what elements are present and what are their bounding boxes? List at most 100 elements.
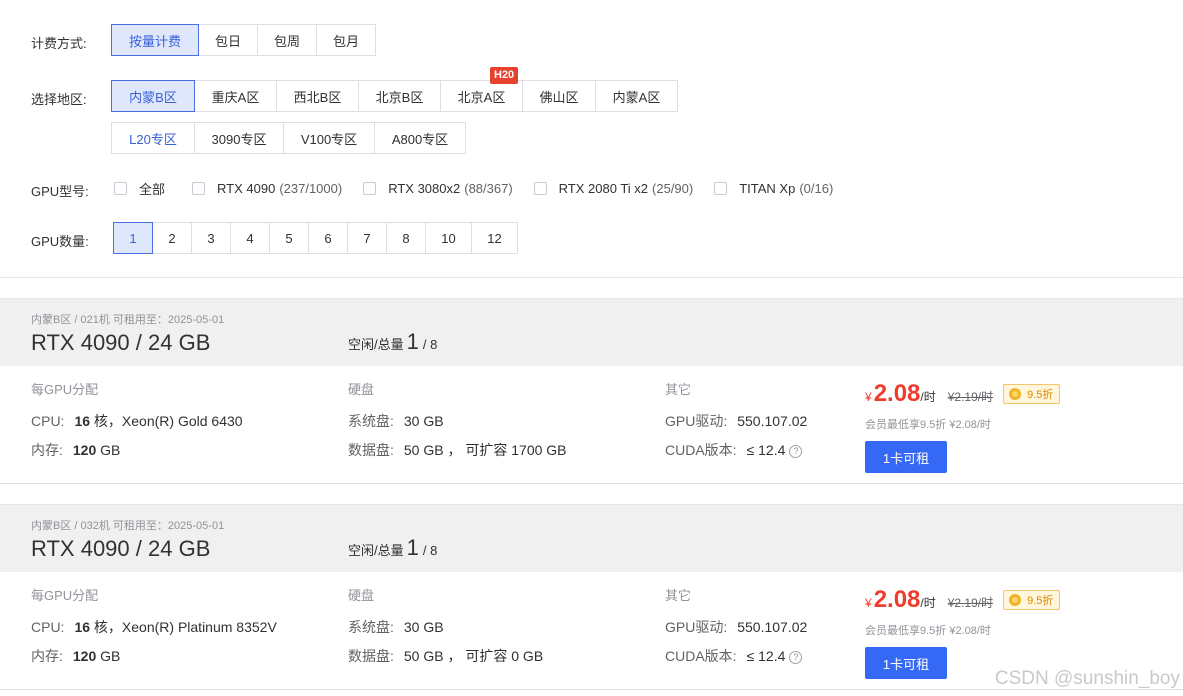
region-option-chongqing-a[interactable]: 重庆A区	[194, 80, 277, 112]
help-icon[interactable]: ?	[789, 445, 803, 458]
cpu-spec: CPU: 16 核，Xeon(R) Gold 6430	[31, 411, 243, 431]
gpu-model-count: (0/16)	[799, 181, 834, 196]
region-option-l20[interactable]: L20专区	[111, 122, 195, 154]
data-disk-spec: 数据盘: 50 GB ， 可扩容 1700 GB	[348, 440, 567, 460]
billing-option-daily[interactable]: 包日	[198, 24, 258, 56]
member-price-note: 会员最低享9.5折 ¥2.08/时	[865, 419, 991, 431]
region-option-foshan[interactable]: 佛山区	[522, 80, 596, 112]
system-disk-value: 30 GB	[403, 619, 444, 635]
price-display: ¥ 2.08 /时 ¥2.19/时 9.5折	[865, 586, 1061, 614]
disk-heading: 硬盘	[348, 382, 375, 397]
gpu-model-option-rtx2080ti[interactable]: RTX 2080 Ti x2 (25/90)	[533, 181, 693, 196]
machine-meta: 内蒙B区 / 032机 可租用至：2025-05-01	[31, 520, 225, 532]
price-unit: /时	[920, 390, 936, 404]
original-price: ¥2.19/时	[947, 596, 994, 610]
availability: 空闲/总量 1 / 8	[348, 535, 437, 561]
region-option-neimeng-a[interactable]: 内蒙A区	[595, 80, 678, 112]
checkbox[interactable]	[363, 182, 377, 195]
machine-card: 内蒙B区 / 032机 可租用至：2025-05-01 RTX 4090 / 2…	[0, 504, 1183, 690]
gpu-count-label: GPU数量:	[31, 234, 89, 249]
checkbox[interactable]	[714, 182, 728, 195]
cpu-model: 核，Xeon(R) Platinum 8352V	[93, 619, 277, 635]
memory-value: 120	[72, 442, 97, 458]
rent-button[interactable]: 1卡可租	[865, 647, 947, 679]
gpu-model-name: 全部	[139, 182, 166, 197]
gpu-count-option[interactable]: 5	[269, 222, 309, 254]
data-disk-value: 50 GB ， 可扩容 1700 GB	[403, 442, 567, 458]
memory-spec: 内存: 120 GB	[31, 646, 120, 666]
checkbox[interactable]	[114, 182, 127, 195]
gpu-driver-value: 550.107.02	[737, 619, 808, 635]
gpu-model-options: 全部 RTX 4090 (237/1000) RTX 3080x2 (88/36…	[114, 179, 854, 198]
data-disk-value: 50 GB ， 可扩容 0 GB	[403, 648, 544, 664]
gpu-model-option-rtx3080x2[interactable]: RTX 3080x2 (88/367)	[363, 181, 513, 196]
member-price-note: 会员最低享9.5折 ¥2.08/时	[865, 625, 991, 637]
cuda-key: CUDA版本:	[665, 648, 737, 664]
gpu-count-option[interactable]: 10	[425, 222, 472, 254]
per-gpu-heading: 每GPU分配	[31, 588, 99, 603]
gpu-count-option[interactable]: 8	[386, 222, 426, 254]
cuda-key: CUDA版本:	[665, 442, 737, 458]
price-unit: /时	[920, 596, 936, 610]
discount-text: 9.5折	[1027, 595, 1054, 607]
region-option-a800[interactable]: A800专区	[374, 122, 466, 154]
region-option-beijing-a[interactable]: 北京A区 H20	[440, 67, 523, 112]
gpu-driver-key: GPU驱动:	[665, 619, 728, 635]
region-options-row2: L20专区 3090专区 V100专区 A800专区	[111, 122, 466, 154]
checkbox[interactable]	[533, 182, 547, 195]
memory-spec: 内存: 120 GB	[31, 440, 120, 460]
memory-value: 120	[72, 648, 97, 664]
gpu-model-name: RTX 2080 Ti x2	[558, 181, 649, 196]
region-option-beijing-b[interactable]: 北京B区	[358, 80, 441, 112]
gpu-model-label: GPU型号:	[31, 184, 89, 199]
system-disk-key: 系统盘:	[348, 619, 394, 635]
disk-heading: 硬盘	[348, 588, 375, 603]
gpu-model-name: TITAN Xp	[739, 181, 796, 196]
price-currency: ¥	[865, 596, 872, 610]
machine-title: RTX 4090 / 24 GB	[31, 536, 211, 561]
gpu-count-option[interactable]: 7	[347, 222, 387, 254]
data-disk-key: 数据盘:	[348, 442, 394, 458]
gpu-driver-key: GPU驱动:	[665, 413, 728, 429]
billing-option-hourly[interactable]: 按量计费	[111, 24, 199, 56]
gpu-driver-spec: GPU驱动: 550.107.02	[665, 411, 807, 431]
data-disk-key: 数据盘:	[348, 648, 394, 664]
gpu-count-option[interactable]: 4	[230, 222, 270, 254]
availability-label: 空闲/总量	[348, 337, 404, 352]
discount-badge: 9.5折	[1003, 590, 1061, 610]
machine-card: 内蒙B区 / 021机 可租用至：2025-05-01 RTX 4090 / 2…	[0, 298, 1183, 484]
gpu-count-option[interactable]: 12	[471, 222, 518, 254]
gpu-model-count: (237/1000)	[279, 181, 343, 196]
memory-unit: GB	[100, 442, 121, 458]
region-option-v100[interactable]: V100专区	[283, 122, 375, 154]
help-icon[interactable]: ?	[789, 651, 803, 664]
h20-badge: H20	[490, 67, 519, 84]
system-disk-value: 30 GB	[403, 413, 444, 429]
billing-option-weekly[interactable]: 包周	[257, 24, 317, 56]
availability-free: 1	[406, 535, 419, 560]
gpu-model-option-all[interactable]: 全部	[114, 179, 165, 198]
price-currency: ¥	[865, 390, 872, 404]
cpu-model: 核，Xeon(R) Gold 6430	[93, 413, 243, 429]
memory-key: 内存:	[31, 648, 63, 664]
region-option-neimeng-b[interactable]: 内蒙B区	[111, 80, 195, 112]
rent-button[interactable]: 1卡可租	[865, 441, 947, 473]
gpu-model-option-titanxp[interactable]: TITAN Xp (0/16)	[714, 181, 833, 196]
gpu-model-option-rtx4090[interactable]: RTX 4090 (237/1000)	[192, 181, 342, 196]
region-option-xibei-b[interactable]: 西北B区	[276, 80, 359, 112]
availability-free: 1	[406, 329, 419, 354]
availability-total: / 8	[422, 543, 438, 558]
gpu-count-option[interactable]: 1	[113, 222, 153, 254]
region-options-row1: 内蒙B区 重庆A区 西北B区 北京B区 北京A区 H20 佛山区 内蒙A区	[111, 67, 678, 112]
memory-unit: GB	[100, 648, 121, 664]
billing-option-monthly[interactable]: 包月	[316, 24, 376, 56]
gpu-count-option[interactable]: 2	[152, 222, 192, 254]
gpu-count-option[interactable]: 6	[308, 222, 348, 254]
machine-card-header: 内蒙B区 / 021机 可租用至：2025-05-01 RTX 4090 / 2…	[0, 298, 1183, 366]
gpu-count-option[interactable]: 3	[191, 222, 231, 254]
region-option-3090[interactable]: 3090专区	[194, 122, 284, 154]
cpu-spec: CPU: 16 核，Xeon(R) Platinum 8352V	[31, 617, 277, 637]
checkbox[interactable]	[192, 182, 206, 195]
gpu-driver-spec: GPU驱动: 550.107.02	[665, 617, 807, 637]
system-disk-spec: 系统盘: 30 GB	[348, 617, 444, 637]
